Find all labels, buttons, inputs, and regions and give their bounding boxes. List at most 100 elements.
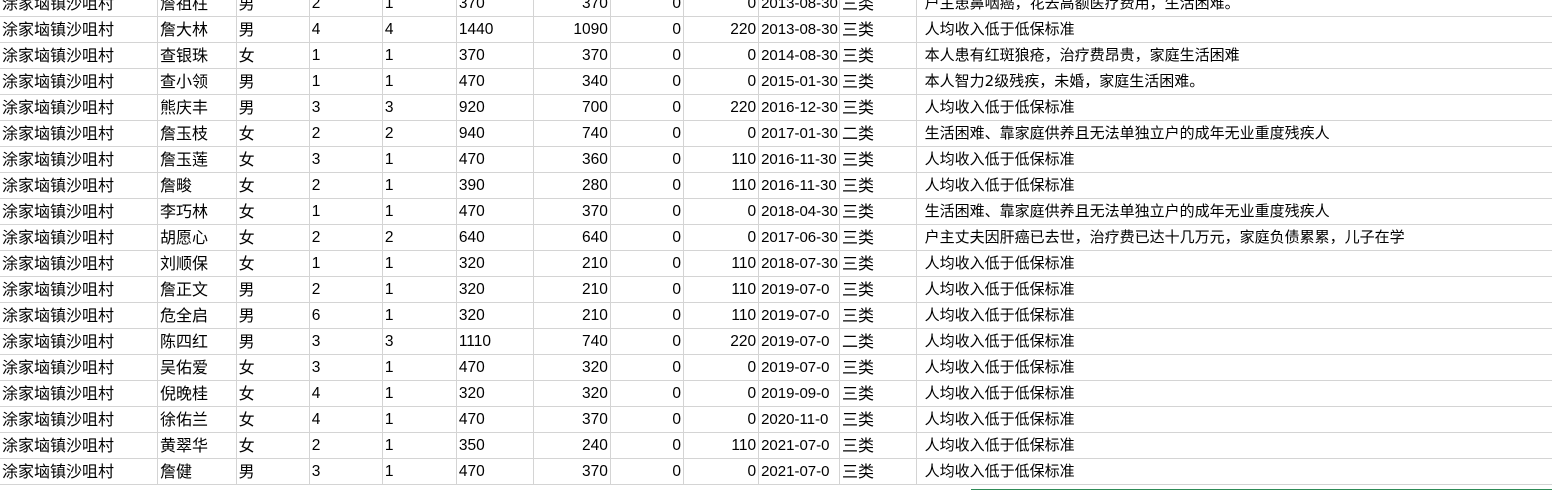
cell-name[interactable]: 胡愿心 bbox=[157, 224, 237, 251]
cell-category[interactable]: 三类 bbox=[839, 406, 917, 433]
cell-date[interactable]: 2019-07-0 bbox=[758, 276, 840, 303]
cell-reason[interactable]: 人均收入低于低保标准 bbox=[916, 94, 1552, 121]
cell-col-8[interactable]: 0 bbox=[610, 146, 684, 173]
cell-name[interactable]: 詹正文 bbox=[157, 276, 237, 303]
cell-category[interactable]: 三类 bbox=[839, 458, 917, 485]
cell-col-8[interactable]: 0 bbox=[610, 380, 684, 407]
cell-insured-count[interactable]: 2 bbox=[382, 224, 457, 251]
cell-village[interactable]: 涂家垴镇沙咀村 bbox=[0, 406, 159, 433]
cell-total[interactable]: 470 bbox=[456, 458, 534, 485]
cell-date[interactable]: 2018-04-30 bbox=[758, 198, 840, 225]
cell-amount[interactable]: 370 bbox=[533, 406, 611, 433]
cell-name[interactable]: 查小领 bbox=[157, 68, 237, 95]
cell-village[interactable]: 涂家垴镇沙咀村 bbox=[0, 0, 159, 17]
cell-name[interactable]: 詹畯 bbox=[157, 172, 237, 199]
cell-date[interactable]: 2016-12-30 bbox=[758, 94, 840, 121]
cell-amount[interactable]: 360 bbox=[533, 146, 611, 173]
cell-col-9[interactable]: 0 bbox=[683, 42, 760, 69]
cell-family-size[interactable]: 4 bbox=[309, 380, 383, 407]
cell-reason[interactable]: 人均收入低于低保标准 bbox=[916, 276, 1552, 303]
cell-amount[interactable]: 210 bbox=[533, 250, 611, 277]
cell-sex[interactable]: 男 bbox=[236, 0, 310, 17]
cell-category[interactable]: 三类 bbox=[839, 16, 917, 43]
cell-col-8[interactable]: 0 bbox=[610, 354, 684, 381]
cell-sex[interactable]: 女 bbox=[236, 250, 310, 277]
cell-col-8[interactable]: 0 bbox=[610, 458, 684, 485]
cell-date[interactable]: 2019-07-0 bbox=[758, 328, 840, 355]
cell-amount[interactable]: 280 bbox=[533, 172, 611, 199]
cell-village[interactable]: 涂家垴镇沙咀村 bbox=[0, 94, 159, 121]
cell-date[interactable]: 2019-09-0 bbox=[758, 380, 840, 407]
cell-category[interactable]: 三类 bbox=[839, 354, 917, 381]
cell-family-size[interactable]: 1 bbox=[309, 42, 383, 69]
cell-amount[interactable]: 370 bbox=[533, 198, 611, 225]
cell-name[interactable]: 詹大林 bbox=[157, 16, 237, 43]
cell-village[interactable]: 涂家垴镇沙咀村 bbox=[0, 250, 159, 277]
cell-insured-count[interactable]: 1 bbox=[382, 302, 457, 329]
cell-village[interactable]: 涂家垴镇沙咀村 bbox=[0, 380, 159, 407]
cell-reason[interactable]: 人均收入低于低保标准 bbox=[916, 380, 1552, 407]
cell-sex[interactable]: 女 bbox=[236, 146, 310, 173]
cell-total[interactable]: 940 bbox=[456, 120, 534, 147]
cell-date[interactable]: 2016-11-30 bbox=[758, 172, 840, 199]
cell-amount[interactable]: 640 bbox=[533, 224, 611, 251]
cell-family-size[interactable]: 2 bbox=[309, 172, 383, 199]
cell-col-9[interactable]: 110 bbox=[683, 276, 760, 303]
cell-sex[interactable]: 女 bbox=[236, 432, 310, 459]
cell-insured-count[interactable]: 1 bbox=[382, 432, 457, 459]
cell-village[interactable]: 涂家垴镇沙咀村 bbox=[0, 276, 159, 303]
cell-sex[interactable]: 女 bbox=[236, 198, 310, 225]
cell-total[interactable]: 370 bbox=[456, 42, 534, 69]
cell-family-size[interactable]: 2 bbox=[309, 224, 383, 251]
cell-insured-count[interactable]: 1 bbox=[382, 380, 457, 407]
cell-col-9[interactable]: 0 bbox=[683, 380, 760, 407]
cell-reason[interactable]: 人均收入低于低保标准 bbox=[916, 146, 1552, 173]
cell-sex[interactable]: 女 bbox=[236, 172, 310, 199]
cell-insured-count[interactable]: 2 bbox=[382, 120, 457, 147]
cell-insured-count[interactable]: 1 bbox=[382, 68, 457, 95]
cell-sex[interactable]: 男 bbox=[236, 458, 310, 485]
cell-sex[interactable]: 男 bbox=[236, 328, 310, 355]
cell-village[interactable]: 涂家垴镇沙咀村 bbox=[0, 198, 159, 225]
cell-insured-count[interactable]: 1 bbox=[382, 250, 457, 277]
cell-total[interactable]: 320 bbox=[456, 302, 534, 329]
cell-sex[interactable]: 男 bbox=[236, 68, 310, 95]
cell-name[interactable]: 黄翠华 bbox=[157, 432, 237, 459]
cell-reason[interactable]: 户主丈夫因肝癌已去世，治疗费已达十几万元，家庭负债累累，儿子在学 bbox=[916, 224, 1552, 251]
cell-date[interactable]: 2019-07-0 bbox=[758, 302, 840, 329]
cell-sex[interactable]: 男 bbox=[236, 94, 310, 121]
cell-sex[interactable]: 男 bbox=[236, 276, 310, 303]
cell-sex[interactable]: 女 bbox=[236, 406, 310, 433]
cell-total[interactable]: 470 bbox=[456, 406, 534, 433]
cell-col-8[interactable]: 0 bbox=[610, 224, 684, 251]
cell-col-9[interactable]: 0 bbox=[683, 68, 760, 95]
cell-reason[interactable]: 人均收入低于低保标准 bbox=[916, 16, 1552, 43]
cell-village[interactable]: 涂家垴镇沙咀村 bbox=[0, 68, 159, 95]
cell-amount[interactable]: 740 bbox=[533, 328, 611, 355]
cell-category[interactable]: 三类 bbox=[839, 68, 917, 95]
cell-name[interactable]: 陈四红 bbox=[157, 328, 237, 355]
cell-col-9[interactable]: 0 bbox=[683, 120, 760, 147]
cell-date[interactable]: 2020-11-0 bbox=[758, 406, 840, 433]
cell-total[interactable]: 320 bbox=[456, 380, 534, 407]
cell-sex[interactable]: 女 bbox=[236, 224, 310, 251]
cell-col-9[interactable]: 0 bbox=[683, 406, 760, 433]
cell-col-8[interactable]: 0 bbox=[610, 68, 684, 95]
cell-amount[interactable]: 370 bbox=[533, 458, 611, 485]
cell-village[interactable]: 涂家垴镇沙咀村 bbox=[0, 302, 159, 329]
cell-name[interactable]: 詹玉莲 bbox=[157, 146, 237, 173]
cell-amount[interactable]: 320 bbox=[533, 354, 611, 381]
cell-col-9[interactable]: 110 bbox=[683, 250, 760, 277]
cell-family-size[interactable]: 6 bbox=[309, 302, 383, 329]
cell-total[interactable]: 1440 bbox=[456, 16, 534, 43]
cell-category[interactable]: 三类 bbox=[839, 432, 917, 459]
cell-col-9[interactable]: 220 bbox=[683, 16, 760, 43]
cell-col-9[interactable]: 220 bbox=[683, 328, 760, 355]
cell-col-8[interactable]: 0 bbox=[610, 16, 684, 43]
cell-name[interactable]: 詹健 bbox=[157, 458, 237, 485]
cell-village[interactable]: 涂家垴镇沙咀村 bbox=[0, 328, 159, 355]
cell-col-8[interactable]: 0 bbox=[610, 94, 684, 121]
cell-col-8[interactable]: 0 bbox=[610, 302, 684, 329]
cell-family-size[interactable]: 3 bbox=[309, 94, 383, 121]
cell-reason[interactable]: 人均收入低于低保标准 bbox=[916, 354, 1552, 381]
